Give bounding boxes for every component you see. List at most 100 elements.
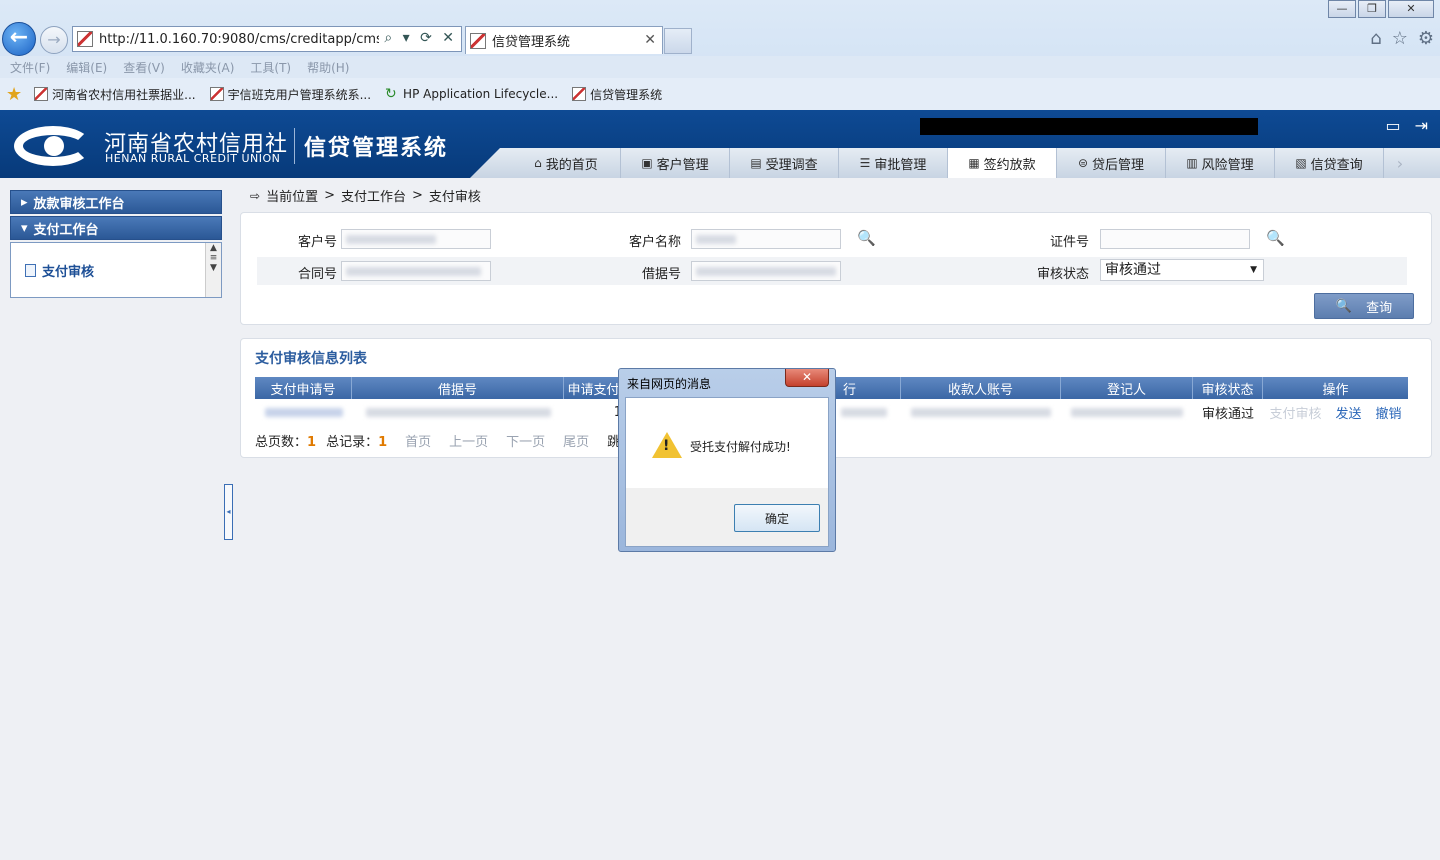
tab-post-loan[interactable]: ⊜ 贷后管理 <box>1057 148 1166 178</box>
status-select[interactable]: 审核通过 ▼ <box>1100 259 1264 281</box>
cell-payment-app-no[interactable] <box>255 401 352 423</box>
tab-label[interactable]: 签约放款 <box>984 154 1036 173</box>
favorite-label[interactable]: 河南省农村信用社票据业... <box>52 86 195 103</box>
tab-risk-mgmt[interactable]: ▥ 风险管理 <box>1166 148 1275 178</box>
favorite-item[interactable]: 河南省农村信用社票据业... <box>34 86 196 103</box>
favorite-label[interactable]: 宇信班克用户管理系统系... <box>228 86 371 103</box>
tab-acceptance-survey[interactable]: ▤ 受理调查 <box>730 148 839 178</box>
home-icon[interactable]: ⌂ <box>1370 28 1381 49</box>
ok-button[interactable]: 确定 <box>734 504 820 532</box>
chevron-down-icon[interactable]: ▼ <box>1250 260 1257 280</box>
menu-help[interactable]: 帮助(H) <box>307 59 349 76</box>
search-row-2: 合同号 借据号 审核状态 审核通过 ▼ <box>257 257 1407 285</box>
tab-label[interactable]: 受理调查 <box>766 154 818 173</box>
status-select-value[interactable]: 审核通过 <box>1105 262 1161 278</box>
favorite-item[interactable]: 宇信班克用户管理系统系... <box>209 86 371 103</box>
menu-file[interactable]: 文件(F) <box>10 59 50 76</box>
favorite-label[interactable]: 信贷管理系统 <box>590 86 662 103</box>
receipt-no-input[interactable] <box>691 261 841 281</box>
close-window-button[interactable]: ✕ <box>1388 0 1434 18</box>
breadcrumb-label: 当前位置 <box>266 190 319 205</box>
sidebar-item-payment-review[interactable]: 支付审核 <box>25 261 94 280</box>
sidebar-group-label[interactable]: 支付工作台 <box>34 219 99 238</box>
tab-label[interactable]: 贷后管理 <box>1092 154 1144 173</box>
menu-favorites[interactable]: 收藏夹(A) <box>181 59 235 76</box>
address-actions-icon[interactable]: ⌕ ▾ ⟳ ✕ <box>384 30 457 46</box>
column-header[interactable]: 支付申请号 <box>255 377 352 399</box>
id-search-icon[interactable]: 🔍 <box>1266 229 1285 247</box>
chevron-right-icon[interactable]: › <box>1384 148 1416 178</box>
favorites-star-icon[interactable]: ★ <box>6 84 22 105</box>
favorites-bar: ★ 河南省农村信用社票据业... 宇信班克用户管理系统系... ↻ HP Appl… <box>0 78 1440 110</box>
tab-label[interactable]: 审批管理 <box>874 154 926 173</box>
forward-button[interactable]: → <box>40 26 68 54</box>
dialog-close-button[interactable]: ✕ <box>785 369 829 387</box>
tab-customer-mgmt[interactable]: ▣ 客户管理 <box>621 148 730 178</box>
favorite-item[interactable]: 信贷管理系统 <box>572 86 662 103</box>
receipt-no-label: 借据号 <box>641 267 681 282</box>
tab-label[interactable]: 信贷查询 <box>1311 154 1363 173</box>
first-page-link[interactable]: 首页 <box>405 431 431 450</box>
total-records-value: 1 <box>378 435 388 450</box>
column-header[interactable]: 登记人 <box>1061 377 1193 399</box>
id-no-input[interactable] <box>1100 229 1250 249</box>
list-title: 支付审核信息列表 <box>255 351 367 367</box>
tab-approval-mgmt[interactable]: ☰ 审批管理 <box>839 148 948 178</box>
browser-tab[interactable]: 信贷管理系统 ✕ <box>465 26 663 54</box>
tab-contract-loan[interactable]: ▦ 签约放款 <box>948 148 1057 178</box>
menu-tools[interactable]: 工具(T) <box>250 59 291 76</box>
customer-search-icon[interactable]: 🔍 <box>857 229 876 247</box>
gear-icon[interactable]: ⚙ <box>1418 28 1434 49</box>
back-button[interactable]: ← <box>2 22 36 56</box>
send-link[interactable]: 发送 <box>1335 403 1361 422</box>
favorites-star-icon[interactable]: ☆ <box>1392 28 1408 49</box>
tab-credit-query[interactable]: ▧ 信贷查询 <box>1275 148 1384 178</box>
monitor-icon[interactable]: ▭ <box>1385 116 1400 135</box>
sidebar-group-label[interactable]: 放款审核工作台 <box>34 193 125 212</box>
query-button-label[interactable]: 查询 <box>1366 297 1392 316</box>
breadcrumb-sep: > <box>412 188 423 203</box>
tab-title[interactable]: 信贷管理系统 <box>492 31 570 50</box>
sidebar-item-label[interactable]: 支付审核 <box>42 261 94 280</box>
payment-review-link: 支付审核 <box>1269 406 1322 422</box>
sidebar-collapse-handle[interactable]: ◂ <box>224 484 233 540</box>
favorite-label[interactable]: HP Application Lifecycle... <box>403 87 558 101</box>
minimize-button[interactable]: — <box>1328 0 1356 18</box>
column-header[interactable]: 借据号 <box>352 377 564 399</box>
column-header[interactable]: 申请支付 <box>564 377 624 399</box>
next-page-link[interactable]: 下一页 <box>506 431 545 450</box>
org-logo-icon <box>14 124 94 168</box>
column-header[interactable]: 操作 <box>1263 377 1408 399</box>
customer-no-input[interactable] <box>341 229 491 249</box>
sidebar-group-payment[interactable]: ▾ 支付工作台 <box>10 216 222 240</box>
new-tab-button[interactable] <box>664 28 692 54</box>
chevron-down-icon: ▾ <box>21 220 28 236</box>
favorite-item[interactable]: ↻ HP Application Lifecycle... <box>385 87 558 101</box>
address-bar[interactable]: http://11.0.160.70:9080/cms/creditapp/cm… <box>72 26 462 52</box>
revoke-link[interactable]: 撤销 <box>1376 403 1402 422</box>
contract-no-input[interactable] <box>341 261 491 281</box>
dialog-title: 来自网页的消息 <box>627 377 712 391</box>
tab-label[interactable]: 我的首页 <box>546 154 598 173</box>
logout-icon[interactable]: ⇥ <box>1415 116 1428 135</box>
tab-label[interactable]: 客户管理 <box>657 154 709 173</box>
menu-view[interactable]: 查看(V) <box>123 59 165 76</box>
query-button[interactable]: 🔍 查询 <box>1314 293 1414 319</box>
sidebar-scrollbar[interactable]: ▲ ≡ ▼ <box>205 243 221 297</box>
tab-close-icon[interactable]: ✕ <box>644 32 656 48</box>
sidebar-group-loan-review[interactable]: ▸ 放款审核工作台 <box>10 190 222 214</box>
tab-home[interactable]: ⌂ 我的首页 <box>512 148 621 178</box>
column-header[interactable]: 审核状态 <box>1193 377 1263 399</box>
address-text[interactable]: http://11.0.160.70:9080/cms/creditapp/cm… <box>99 32 379 47</box>
column-header[interactable]: 收款人账号 <box>901 377 1061 399</box>
menu-edit[interactable]: 编辑(E) <box>66 59 107 76</box>
status-label: 审核状态 <box>1036 267 1089 282</box>
sidebar-panel: 支付审核 ▲ ≡ ▼ <box>10 242 222 298</box>
last-page-link[interactable]: 尾页 <box>563 431 589 450</box>
tab-label[interactable]: 风险管理 <box>1202 154 1254 173</box>
customer-name-input[interactable] <box>691 229 841 249</box>
search-icon: 🔍 <box>1335 298 1353 314</box>
maximize-button[interactable]: ❐ <box>1358 0 1386 18</box>
prev-page-link[interactable]: 上一页 <box>449 431 488 450</box>
dialog-message: 受托支付解付成功! <box>690 440 791 454</box>
